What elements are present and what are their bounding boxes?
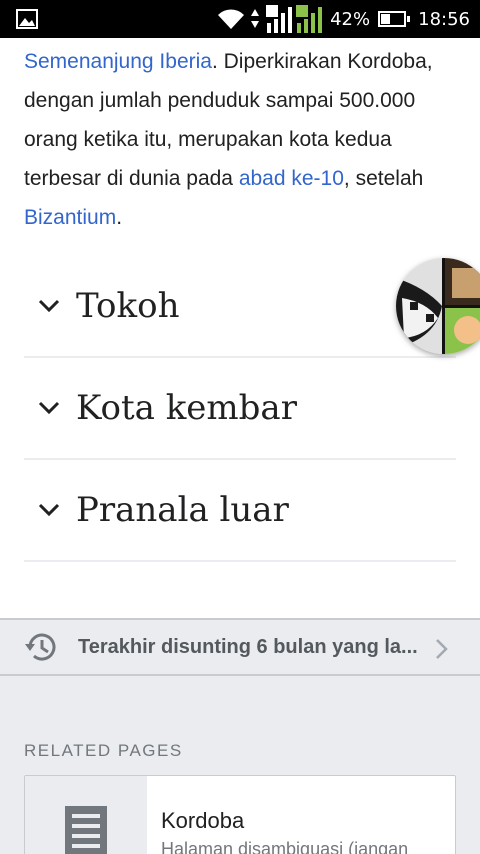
chevron-down-icon [36,497,62,523]
signal-sim2-icon [296,5,323,33]
related-page-description: Halaman disambiguasi (jangan [161,839,409,854]
battery-percent: 42% [330,8,371,30]
article-paragraph: Semenanjung Iberia. Diperkirakan Kordoba… [24,42,464,237]
related-page-card[interactable]: Kordoba Halaman disambiguasi (jangan [24,775,456,854]
signal-icon [266,5,293,33]
wifi-icon [218,9,245,29]
link-abad-ke-10[interactable]: abad ke-10 [239,167,344,190]
page-footer: Terakhir disunting 6 bulan yang la... RE… [0,618,480,854]
last-edited-text: Terakhir disunting 6 bulan yang la... [78,635,418,658]
history-icon [25,633,56,661]
chevron-right-icon [436,639,448,659]
section-title: Tokoh [76,286,180,326]
chevron-down-icon [36,293,62,319]
image-icon [16,9,38,29]
last-edited-bar[interactable]: Terakhir disunting 6 bulan yang la... [0,618,480,676]
section-pranala-luar[interactable]: Pranala luar [24,460,456,562]
battery-fill [381,14,391,24]
clock: 18:56 [418,8,470,30]
article-thumbnail [25,776,147,854]
chevron-down-icon [36,395,62,421]
article-icon [65,806,107,854]
link-bizantium[interactable]: Bizantium [24,206,116,229]
section-title: Kota kembar [76,388,297,428]
related-pages-heading: RELATED PAGES [24,741,183,760]
related-page-title: Kordoba [161,808,245,833]
paragraph-text: . [116,206,123,229]
link-semenanjung-iberia[interactable]: Semenanjung Iberia [24,50,212,73]
section-kota-kembar[interactable]: Kota kembar [24,358,456,460]
battery-icon [378,11,411,27]
paragraph-text: , setelah [343,167,424,190]
section-title: Pranala luar [76,490,289,530]
data-arrows-icon [251,9,260,28]
status-bar: 42% 18:56 [0,0,480,38]
section-tokoh[interactable]: Tokoh [24,256,456,358]
